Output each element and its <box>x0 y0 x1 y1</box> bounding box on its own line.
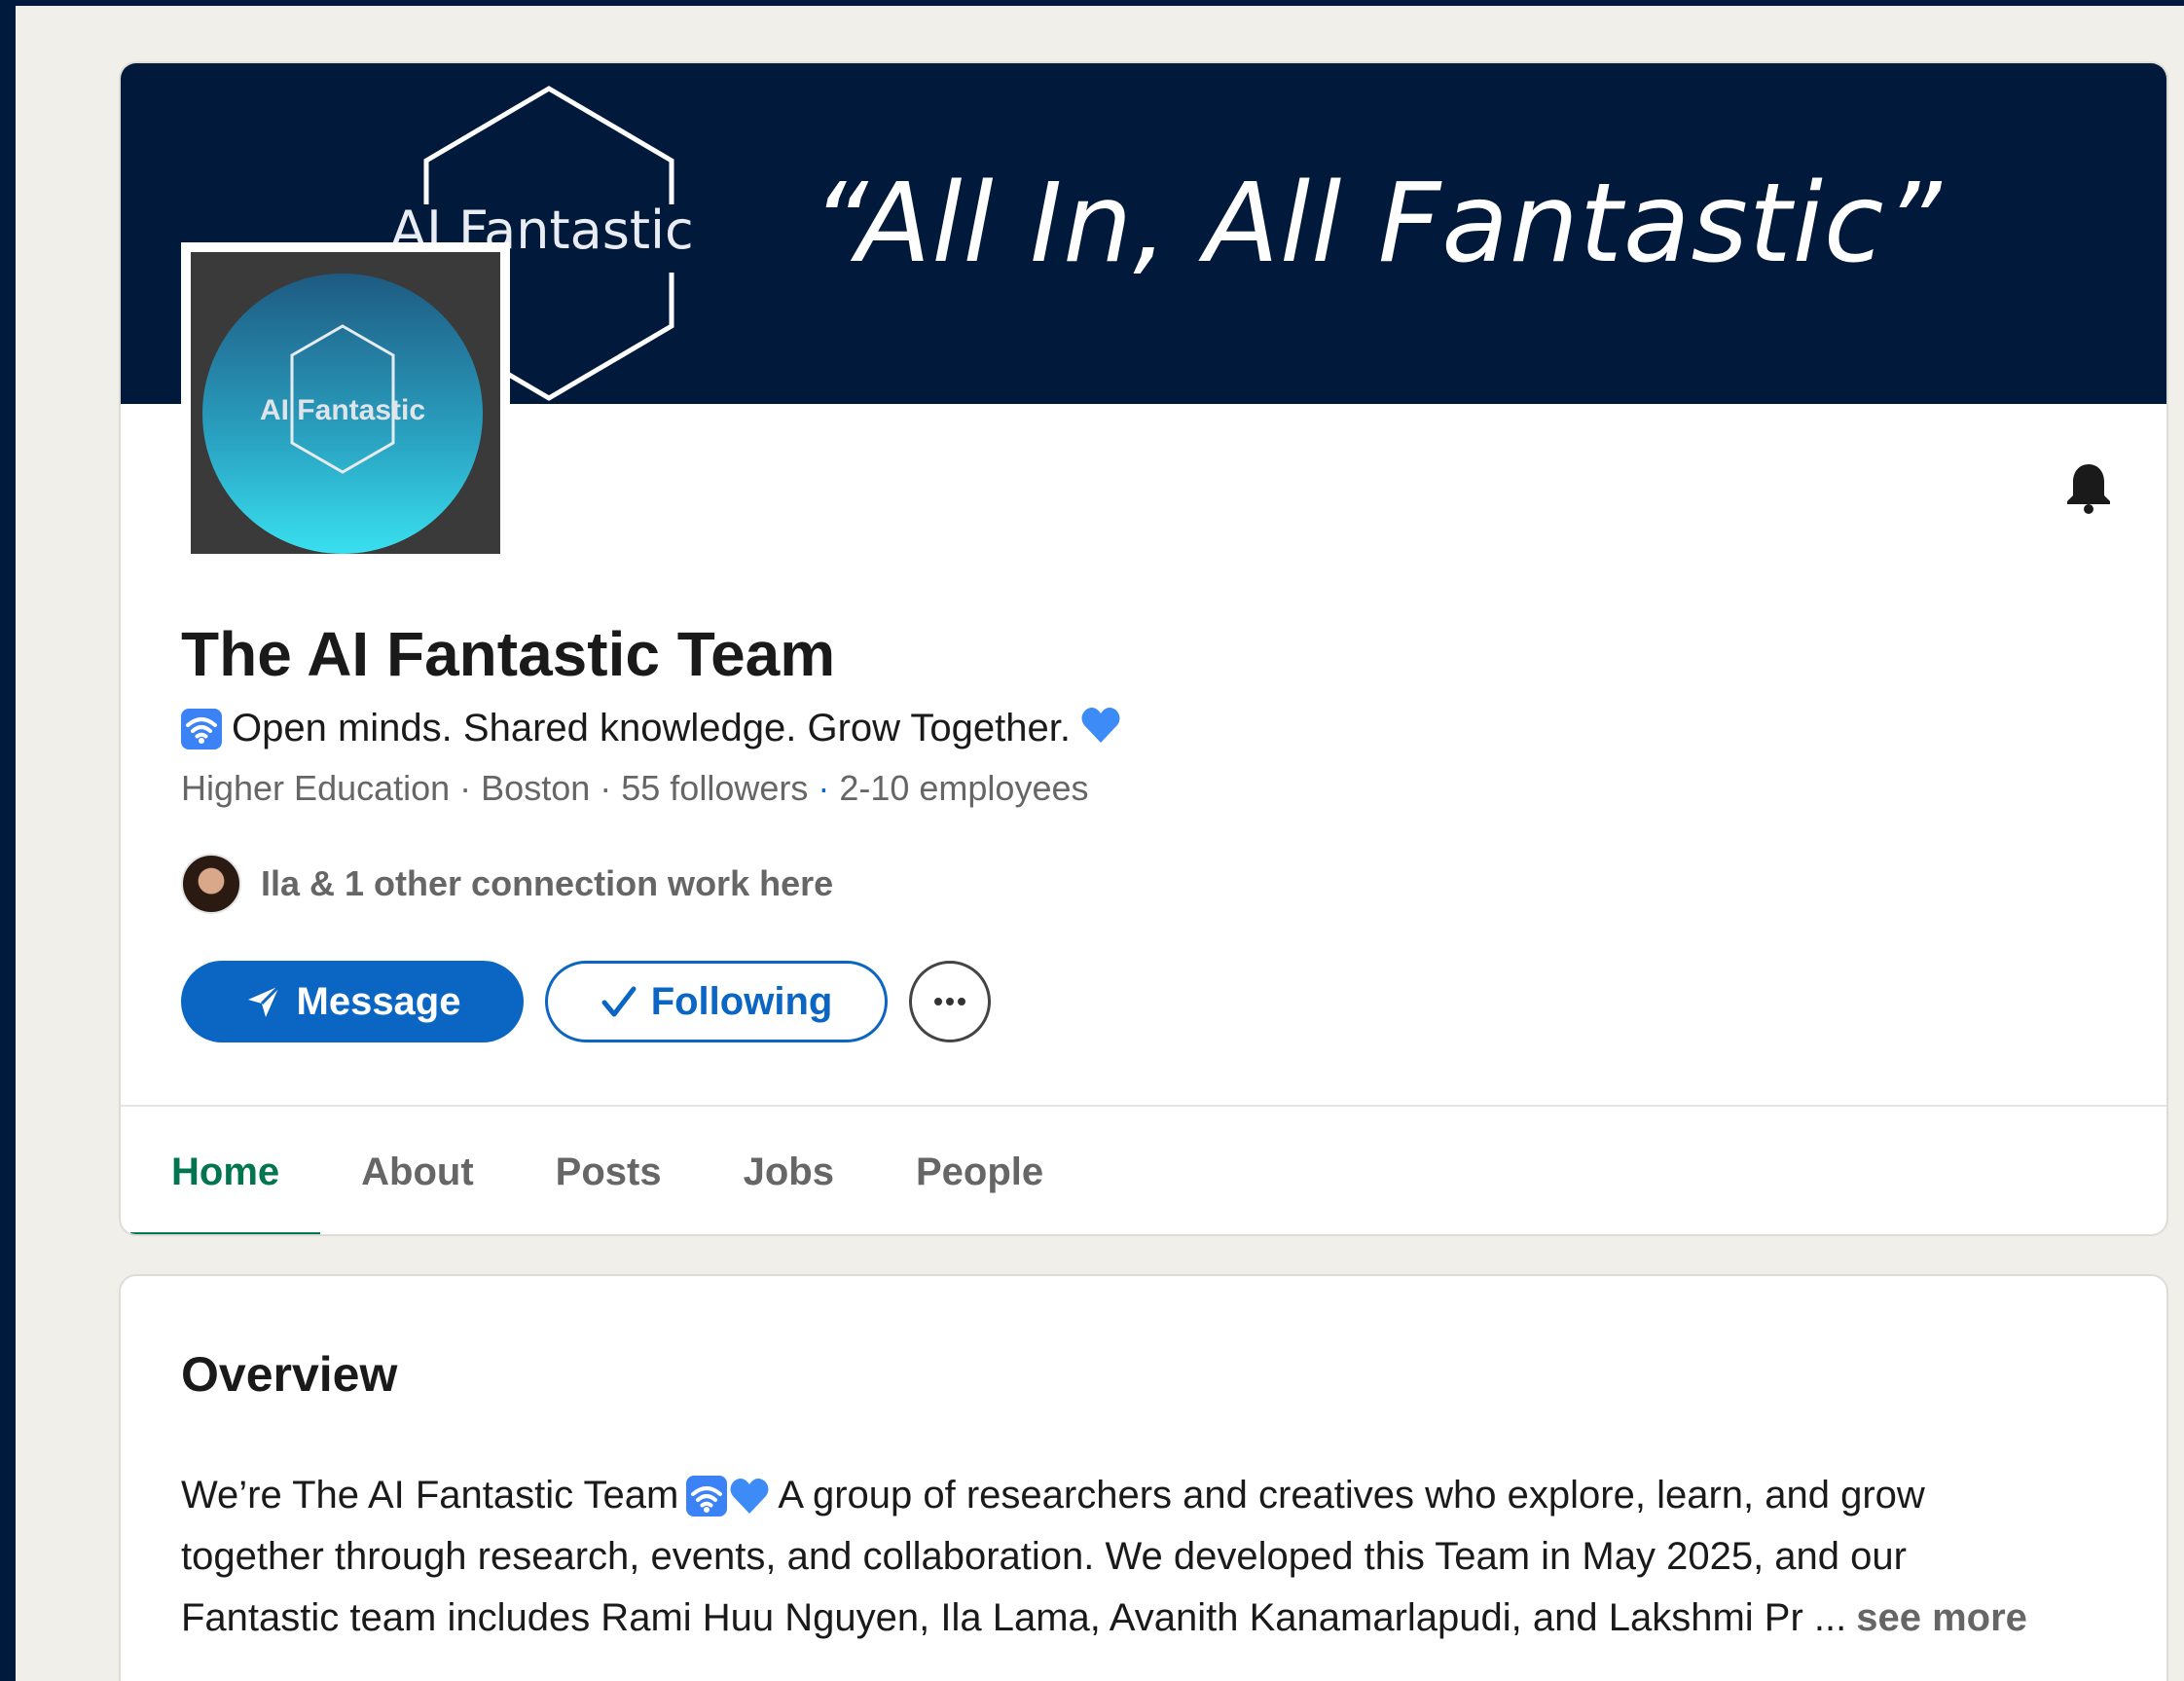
tab-posts[interactable]: Posts <box>515 1107 703 1234</box>
wifi-icon <box>181 708 222 749</box>
avatar <box>181 854 241 914</box>
blue-heart-icon <box>730 1478 769 1514</box>
company-name: The AI Fantastic Team <box>181 619 836 689</box>
connections-row[interactable]: Ila & 1 other connection work here <box>181 854 833 914</box>
company-tagline-row: Open minds. Shared knowledge. Grow Toget… <box>181 706 1121 751</box>
tab-about[interactable]: About <box>320 1107 515 1234</box>
page-background: AI Fantastic “All In, All Fantastic” AI … <box>16 6 2184 1681</box>
company-logo[interactable]: AI Fantastic <box>181 242 510 564</box>
banner-tagline: “All In, All Fantastic” <box>812 161 1943 287</box>
following-label: Following <box>650 979 833 1023</box>
logo-circle: AI Fantastic <box>202 274 483 554</box>
more-options-button[interactable] <box>909 961 991 1042</box>
overview-line-2: together through research, events, and c… <box>181 1535 1907 1578</box>
logo-text: AI Fantastic <box>259 394 426 426</box>
overview-text: We’re The AI Fantastic Team A group of r… <box>181 1465 2118 1649</box>
connections-text: Ila & 1 other connection work here <box>261 863 834 903</box>
company-meta: Higher Education · Boston · 55 followers · 2-1… <box>181 768 1089 808</box>
followers-count[interactable]: 55 followers <box>621 768 808 808</box>
overview-line-1b: A group of researchers and creatives who… <box>778 1474 1925 1517</box>
profile-actions: Message Following <box>181 961 991 1042</box>
send-icon <box>247 984 280 1017</box>
bell-icon[interactable] <box>2061 460 2116 515</box>
employee-count[interactable]: 2-10 employees <box>839 768 1088 808</box>
ellipsis-icon <box>934 998 965 1005</box>
company-profile-card: AI Fantastic “All In, All Fantastic” AI … <box>119 61 2168 1236</box>
checkmark-icon <box>601 986 637 1017</box>
tab-home[interactable]: Home <box>130 1107 321 1234</box>
tab-jobs[interactable]: Jobs <box>703 1107 875 1234</box>
profile-tabs: Home About Posts Jobs People <box>130 1107 1084 1234</box>
blue-heart-icon <box>1080 706 1121 751</box>
following-button[interactable]: Following <box>545 961 888 1042</box>
company-tagline: Open minds. Shared knowledge. Grow Toget… <box>232 707 1071 749</box>
overview-card: Overview We’re The AI Fantastic Team A g… <box>119 1274 2168 1681</box>
wifi-icon <box>686 1475 728 1517</box>
see-more-link[interactable]: see more <box>1856 1588 2027 1649</box>
tab-people[interactable]: People <box>875 1107 1084 1234</box>
location: Boston <box>481 768 591 808</box>
message-button[interactable]: Message <box>181 961 524 1042</box>
industry: Higher Education <box>181 768 451 808</box>
overview-line-1a: We’re The AI Fantastic Team <box>181 1474 679 1517</box>
overview-title: Overview <box>181 1347 398 1402</box>
overview-line-3: Fantastic team includes Rami Huu Nguyen,… <box>181 1596 1847 1639</box>
message-label: Message <box>296 979 461 1023</box>
